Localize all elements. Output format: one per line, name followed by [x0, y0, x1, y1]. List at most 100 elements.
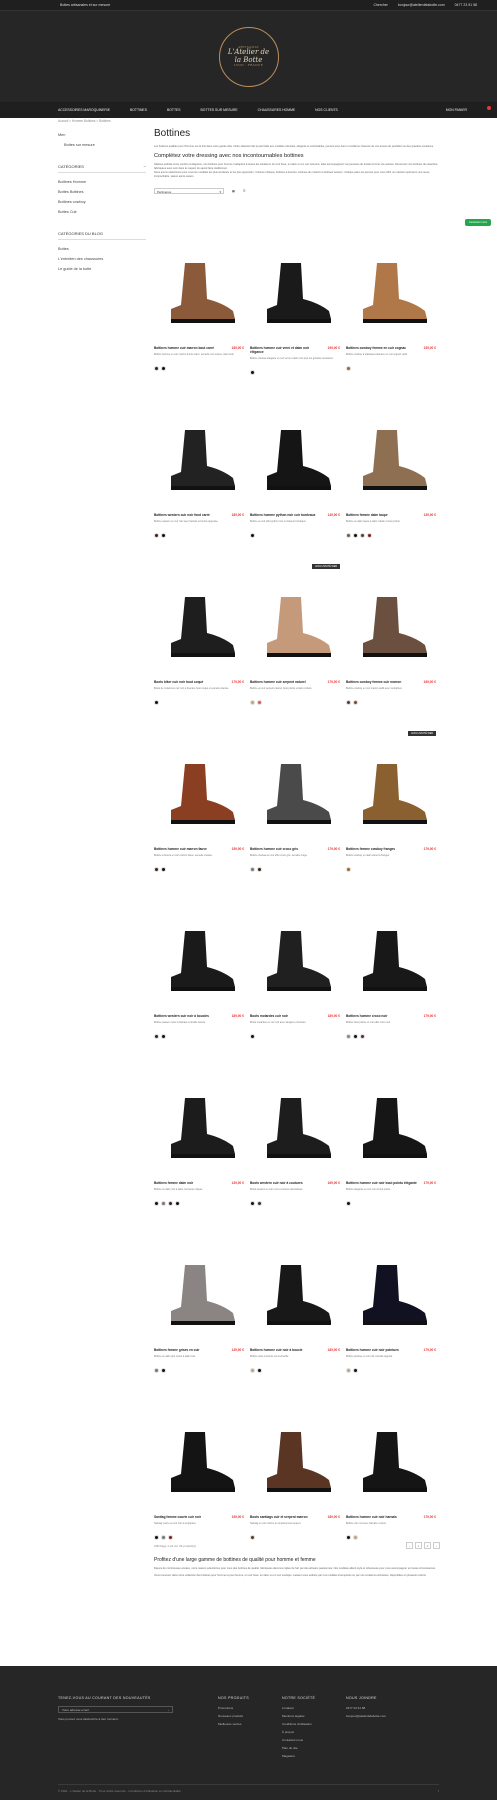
nav-item[interactable]: NOS CLIENTS	[315, 108, 338, 112]
product-image[interactable]	[154, 745, 248, 845]
product-card[interactable]: Boots western cuir noir à coutures 169,00…	[250, 1041, 344, 1208]
product-card[interactable]: Bottines homme croco noir 179,00 € Bottine…	[346, 874, 440, 1041]
product-image[interactable]	[250, 1246, 344, 1346]
color-swatch[interactable]	[353, 1535, 358, 1541]
facebook-icon[interactable]: f	[438, 1789, 439, 1793]
sort-select[interactable]: Pertinence ▾	[154, 188, 224, 195]
product-image[interactable]	[250, 578, 344, 678]
product-card[interactable]: Boots motardes cuir noir 189,00 € Boots mo…	[250, 874, 344, 1041]
product-card[interactable]: Bottines homme cuir marron bout carré 189…	[154, 206, 248, 373]
color-swatch[interactable]	[346, 533, 351, 539]
product-name[interactable]: Bottines homme cuir noir pointues	[346, 1348, 399, 1352]
color-swatch[interactable]	[367, 533, 372, 539]
product-card[interactable]: EXCLUSIVITÉ WEB Bottines femme cowboy fra…	[346, 707, 440, 874]
color-swatch[interactable]	[154, 867, 159, 873]
color-swatch[interactable]	[168, 1201, 173, 1207]
color-swatch[interactable]	[161, 1368, 166, 1374]
product-image[interactable]	[250, 244, 344, 344]
color-swatch[interactable]	[346, 1535, 351, 1541]
search-link[interactable]: Chercher	[373, 3, 387, 7]
category-item[interactable]: Bottes Bottines	[58, 187, 146, 197]
color-swatch[interactable]	[250, 1535, 255, 1541]
product-name[interactable]: Bottines homme cuir noir bout pointu élé…	[346, 1181, 417, 1185]
product-card[interactable]: Bottines homme cuir marron fauve 159,00 €…	[154, 707, 248, 874]
color-swatch[interactable]	[168, 1535, 173, 1541]
footer-link[interactable]: Livraison	[282, 1706, 315, 1710]
nav-item[interactable]: CHAUSSURES HOMME	[258, 108, 296, 112]
product-card[interactable]: Bottines femme grises en cuir 139,00 € Bot…	[154, 1208, 248, 1375]
product-card[interactable]: Boots biker cuir noir bout coqué 179,00 €…	[154, 540, 248, 707]
product-name[interactable]: Boots western cuir noir à coutures	[250, 1181, 303, 1185]
product-card[interactable]: Bottines cowboy femme cuir marron 169,00 …	[346, 540, 440, 707]
product-image[interactable]	[154, 578, 248, 678]
nav-item[interactable]: BOTTES	[167, 108, 181, 112]
footer-link[interactable]: Magasins	[282, 1754, 315, 1758]
phone-link[interactable]: 0477 23 91 58	[455, 3, 477, 7]
color-swatch[interactable]	[161, 867, 166, 873]
color-swatch[interactable]	[353, 1368, 358, 1374]
product-card[interactable]: EXCLUSIVITÉ WEB Bottines homme cuir serpe…	[250, 540, 344, 707]
footer-link[interactable]: Nouveaux produits	[218, 1714, 249, 1718]
product-name[interactable]: Bottines homme cuir marron fauve	[154, 847, 207, 851]
color-swatch[interactable]	[250, 1201, 255, 1207]
nav-item[interactable]: ACCESSOIRES MAROQUINERIE	[58, 108, 110, 112]
footer-link[interactable]: Plan du site	[282, 1746, 315, 1750]
color-swatch[interactable]	[353, 533, 358, 539]
color-swatch[interactable]	[154, 1368, 159, 1374]
category-item[interactable]: Bottines Homme	[58, 177, 146, 187]
color-swatch[interactable]	[161, 533, 166, 539]
product-card[interactable]: Bottines homme cuir noir harnais 179,00 €…	[346, 1375, 440, 1542]
pagination-page[interactable]: 2	[424, 1542, 431, 1550]
product-name[interactable]: Bottines femme daim taupe	[346, 513, 388, 517]
product-name[interactable]: Bottines homme cuir noir harnais	[346, 1515, 397, 1519]
product-name[interactable]: Boots biker cuir noir bout coqué	[154, 680, 203, 684]
product-card[interactable]: Bottines cowboy femme en cuir cognac 159,…	[346, 206, 440, 373]
footer-link[interactable]: Conditions d'utilisation	[282, 1722, 315, 1726]
product-card[interactable]: Bottines homme cuir verni et daim noir é…	[250, 206, 344, 376]
color-swatch[interactable]	[346, 867, 351, 873]
product-name[interactable]: Boots santiags cuir et serpent marron	[250, 1515, 308, 1519]
color-swatch[interactable]	[250, 1368, 255, 1374]
email-link[interactable]: bonjour@atelierdelabotte.com	[398, 3, 445, 7]
product-card[interactable]: Bottines femme daim taupe 139,00 € Bottine…	[346, 373, 440, 540]
color-swatch[interactable]	[353, 1034, 358, 1040]
footer-link[interactable]: À propos	[282, 1730, 315, 1734]
product-image[interactable]	[250, 411, 344, 511]
footer-link[interactable]: Contactez-nous	[282, 1738, 315, 1742]
color-swatch[interactable]	[250, 1034, 255, 1040]
product-image[interactable]	[346, 1079, 440, 1179]
blog-category-item[interactable]: L'entretien des chaussures	[58, 254, 146, 264]
product-name[interactable]: Bottines homme croco noir	[346, 1014, 387, 1018]
color-swatch[interactable]	[257, 1201, 262, 1207]
footer-link[interactable]: Promotions	[218, 1706, 249, 1710]
footer-link[interactable]: bonjour@atelierdelabotte.com	[346, 1714, 386, 1718]
product-image[interactable]	[250, 745, 344, 845]
product-image[interactable]	[250, 912, 344, 1012]
product-image[interactable]	[346, 1413, 440, 1513]
color-swatch[interactable]	[154, 366, 159, 372]
product-name[interactable]: Bottines homme cuir serpent naturel	[250, 680, 306, 684]
color-swatch[interactable]	[161, 1034, 166, 1040]
product-image[interactable]	[154, 411, 248, 511]
color-swatch[interactable]	[346, 366, 351, 372]
product-image[interactable]	[154, 1413, 248, 1513]
blog-category-item[interactable]: Le guide de la botte	[58, 264, 146, 274]
nav-item[interactable]: BOTTES SUR MESURE	[201, 108, 238, 112]
category-item[interactable]: Bottes Cuir	[58, 207, 146, 217]
product-name[interactable]: Bottines western cuir noir à boucles	[154, 1014, 209, 1018]
product-card[interactable]: Bottines homme python noir cuir bordeaux…	[250, 373, 344, 540]
product-image[interactable]	[346, 745, 440, 845]
product-image[interactable]	[250, 1079, 344, 1179]
color-swatch[interactable]	[250, 867, 255, 873]
product-card[interactable]: Boots santiags cuir et serpent marron 189…	[250, 1375, 344, 1542]
color-swatch[interactable]	[250, 700, 255, 706]
color-swatch[interactable]	[161, 1535, 166, 1541]
product-image[interactable]	[250, 1413, 344, 1513]
color-swatch[interactable]	[353, 700, 358, 706]
product-image[interactable]	[346, 244, 440, 344]
footer-link[interactable]: Meilleures ventes	[218, 1722, 249, 1726]
product-name[interactable]: Bottines homme cuir croco gris	[250, 847, 298, 851]
contact-badge[interactable]: Contactez-nous	[464, 219, 491, 226]
product-name[interactable]: Santiag femme courte cuir noir	[154, 1515, 201, 1519]
product-card[interactable]: Bottines homme cuir croco gris 179,00 € Bo…	[250, 707, 344, 874]
